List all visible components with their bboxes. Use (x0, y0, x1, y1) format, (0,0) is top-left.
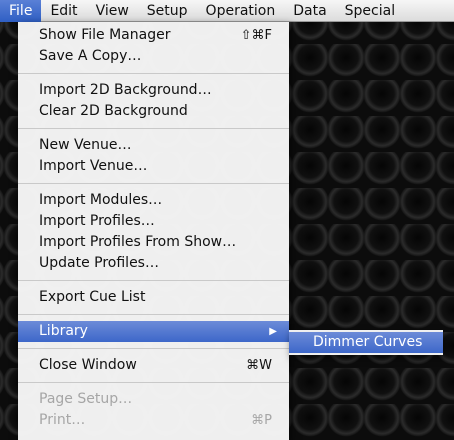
menu-item-label: Close Window (39, 357, 137, 373)
menu-item-close-window[interactable]: Close Window ⌘W (18, 355, 289, 376)
menu-item-label: Print… (39, 412, 86, 428)
menu-item-label: Export Cue List (39, 289, 146, 305)
menu-edit[interactable]: Edit (41, 0, 86, 22)
menu-item-label: Import Modules… (39, 192, 163, 208)
menu-item-label: Import Venue… (39, 158, 148, 174)
menu-item-shortcut: ⇧⌘F (240, 28, 272, 43)
menu-item-import-modules[interactable]: Import Modules… (18, 190, 289, 211)
menu-file[interactable]: File (0, 0, 42, 22)
menu-item-label: Import Profiles… (39, 213, 155, 229)
menu-separator (18, 382, 289, 383)
menu-item-save-a-copy[interactable]: Save A Copy… (18, 46, 289, 67)
menu-item-label: Show File Manager (39, 27, 171, 43)
menu-separator (18, 314, 289, 315)
menu-setup[interactable]: Setup (138, 0, 197, 22)
menu-separator (18, 348, 289, 349)
file-menu-dropdown: Show File Manager ⇧⌘F Save A Copy… Impor… (18, 22, 289, 440)
menu-data[interactable]: Data (284, 0, 335, 22)
menu-item-print[interactable]: Print… ⌘P (18, 410, 289, 431)
menu-bar: File Edit View Setup Operation Data Spec… (0, 0, 454, 22)
menu-item-import-venue[interactable]: Import Venue… (18, 156, 289, 177)
menu-item-label: Import Profiles From Show… (39, 234, 237, 250)
menu-item-page-setup[interactable]: Page Setup… (18, 389, 289, 410)
menu-item-import-2d-background[interactable]: Import 2D Background… (18, 80, 289, 101)
menu-separator (18, 73, 289, 74)
menu-item-label: Update Profiles… (39, 255, 159, 271)
menu-special[interactable]: Special (336, 0, 404, 22)
menu-item-update-profiles[interactable]: Update Profiles… (18, 253, 289, 274)
menu-item-label: Save A Copy… (39, 48, 142, 64)
menu-item-shortcut: ⌘W (246, 358, 272, 373)
menu-operation[interactable]: Operation (197, 0, 285, 22)
menu-item-import-profiles-from-show[interactable]: Import Profiles From Show… (18, 232, 289, 253)
menu-separator (18, 183, 289, 184)
menu-item-library[interactable]: Library ▶ (18, 321, 289, 342)
menu-separator (18, 128, 289, 129)
menu-item-show-file-manager[interactable]: Show File Manager ⇧⌘F (18, 25, 289, 46)
menu-item-export-cue-list[interactable]: Export Cue List (18, 287, 289, 308)
submenu-arrow-icon: ▶ (269, 326, 277, 337)
menu-separator (18, 280, 289, 281)
menu-item-new-venue[interactable]: New Venue… (18, 135, 289, 156)
menu-item-dimmer-curves[interactable]: Dimmer Curves (289, 332, 443, 353)
menu-item-label: Library (39, 323, 88, 339)
menu-item-import-profiles[interactable]: Import Profiles… (18, 211, 289, 232)
menu-item-clear-2d-background[interactable]: Clear 2D Background (18, 101, 289, 122)
menu-item-label: Clear 2D Background (39, 103, 188, 119)
library-submenu: Dimmer Curves (289, 330, 443, 355)
menu-item-shortcut: ⌘P (251, 413, 272, 428)
menu-view[interactable]: View (87, 0, 138, 22)
menu-item-label: Import 2D Background… (39, 82, 212, 98)
menu-item-label: New Venue… (39, 137, 132, 153)
menu-item-label: Page Setup… (39, 391, 133, 407)
